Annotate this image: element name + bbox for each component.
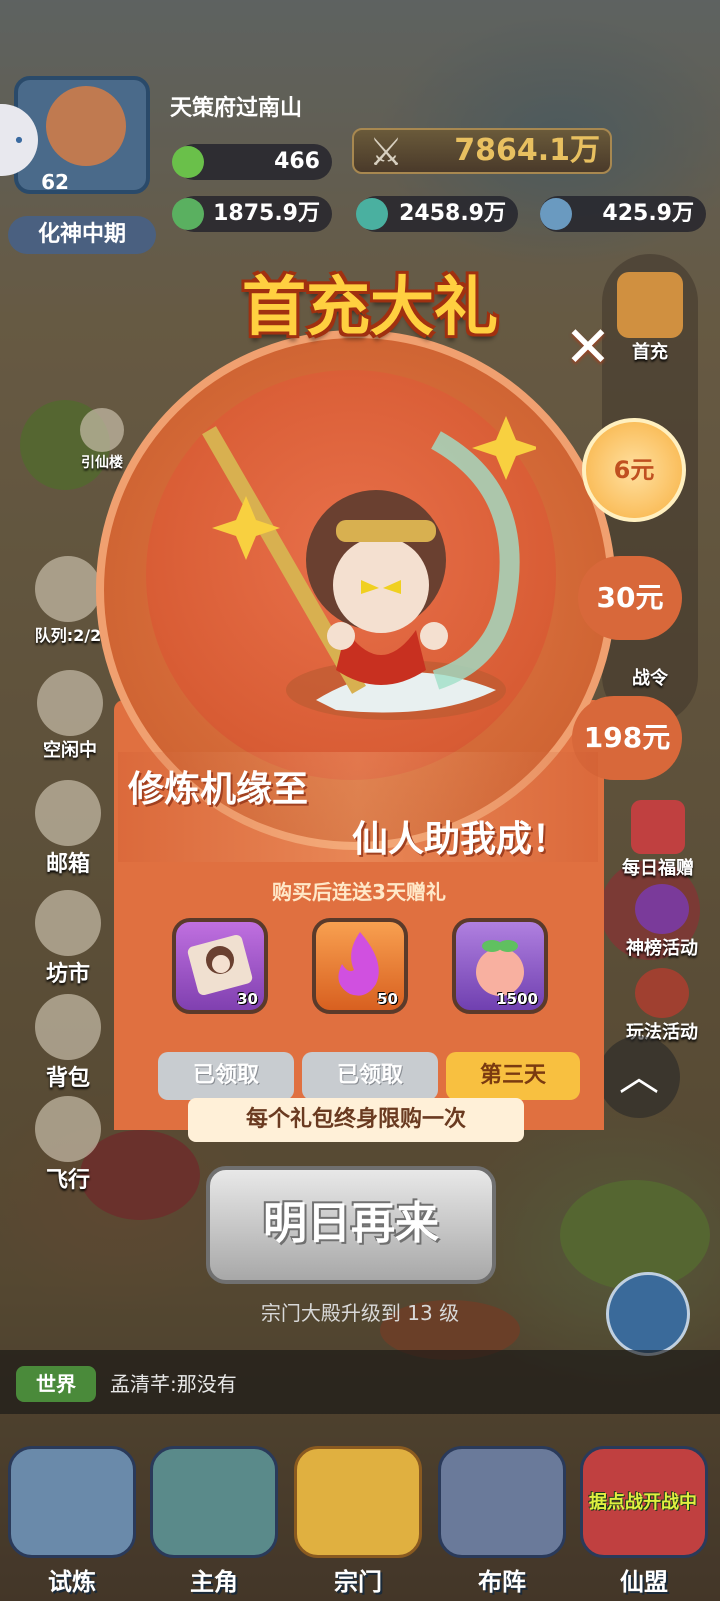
side-label: 背包 bbox=[45, 1066, 90, 1091]
price-tab-30[interactable]: 30元 bbox=[578, 556, 682, 640]
close-icon[interactable]: ✕ bbox=[560, 320, 616, 376]
nav-sect[interactable]: 宗门 bbox=[290, 1436, 426, 1596]
side-label: 队列:2/2 bbox=[34, 626, 102, 645]
price-label: 6元 bbox=[613, 456, 655, 484]
crystal-icon bbox=[540, 198, 572, 230]
lure-tower-icon bbox=[80, 408, 124, 452]
cloud-icon bbox=[35, 1096, 101, 1162]
side-fly[interactable]: 飞行 bbox=[26, 1096, 110, 1194]
side-market[interactable]: 坊市 bbox=[26, 890, 110, 988]
temple-icon bbox=[8, 1446, 136, 1558]
hammer-icon bbox=[35, 556, 101, 622]
nav-formation[interactable]: 布阵 bbox=[434, 1436, 570, 1596]
reward-item-spirit-flame[interactable]: 50 bbox=[312, 918, 408, 1014]
market-icon bbox=[35, 890, 101, 956]
drum-icon bbox=[635, 968, 689, 1018]
nav-label: 宗门 bbox=[334, 1568, 382, 1596]
meditating-hero-icon bbox=[150, 1446, 278, 1558]
nav-trial[interactable]: 试炼 bbox=[4, 1436, 140, 1596]
side-label: 神榜活动 bbox=[626, 938, 698, 959]
resource-value: 2458.9万 bbox=[399, 201, 506, 226]
chat-channel-tag[interactable]: 世界 bbox=[16, 1366, 96, 1402]
side-lure-tower[interactable]: 引仙楼 bbox=[66, 408, 138, 472]
reward-item-monkey-card[interactable]: 30 bbox=[172, 918, 268, 1014]
stronghold-war-badge: 据点战开战中 bbox=[589, 1492, 697, 1513]
yin-yang-icon bbox=[438, 1446, 566, 1558]
side-label: 空闲中 bbox=[43, 740, 97, 761]
mail-icon bbox=[35, 780, 101, 846]
item-qty: 50 bbox=[377, 990, 398, 1008]
avatar bbox=[46, 86, 126, 166]
ranking-icon bbox=[635, 884, 689, 934]
resource-value: 466 bbox=[274, 149, 320, 174]
purchase-limit-notice: 每个礼包终身限购一次 bbox=[188, 1098, 524, 1142]
nav-hero[interactable]: 主角 bbox=[146, 1436, 282, 1596]
day-3-button[interactable]: 第三天 bbox=[446, 1052, 580, 1100]
side-label: 首充 bbox=[632, 342, 668, 363]
chat-bar[interactable] bbox=[0, 1350, 720, 1414]
price-label: 30元 bbox=[596, 581, 664, 614]
nav-label: 主角 bbox=[190, 1568, 238, 1596]
side-gameplay-event[interactable]: 玩法活动 bbox=[604, 968, 720, 1044]
side-battle-pass[interactable]: 战令 bbox=[608, 664, 692, 690]
side-label: 每日福赠 bbox=[622, 858, 694, 879]
side-daily-gift[interactable]: 每日福赠 bbox=[600, 800, 716, 880]
price-label: 198元 bbox=[583, 721, 671, 754]
plus-gem-icon bbox=[172, 146, 204, 178]
gift-box-icon bbox=[631, 800, 685, 854]
claimed-day-2-button[interactable]: 已领取 bbox=[302, 1052, 438, 1100]
player-name: 天策府过南山 bbox=[170, 96, 303, 121]
cart-icon bbox=[37, 670, 103, 736]
upgrade-tip: 宗门大殿升级到 13 级 bbox=[260, 1301, 460, 1325]
nav-label: 试炼 bbox=[48, 1568, 96, 1596]
resource-value: 425.9万 bbox=[602, 201, 694, 226]
chevron-up-icon[interactable]: ︿ bbox=[598, 1036, 680, 1118]
side-label: 战令 bbox=[632, 668, 668, 689]
price-tab-6[interactable]: 6元 bbox=[582, 418, 686, 522]
treasure-chest-icon bbox=[617, 272, 683, 338]
resource-value: 1875.9万 bbox=[213, 201, 320, 226]
slogan-line-2: 仙人助我成！ bbox=[351, 819, 568, 860]
cultivation-rank: 化神中期 bbox=[8, 216, 156, 254]
item-qty: 30 bbox=[237, 990, 258, 1008]
side-mail[interactable]: 邮箱 bbox=[26, 780, 110, 878]
jade-icon bbox=[356, 198, 388, 230]
side-first-recharge[interactable]: 首充 bbox=[608, 272, 692, 364]
player-level: 62 bbox=[41, 170, 69, 194]
side-ranking-event[interactable]: 神榜活动 bbox=[604, 884, 720, 960]
monkey-king-character bbox=[202, 416, 536, 720]
popup-title: 首充大礼 bbox=[242, 271, 498, 345]
nav-label: 仙盟 bbox=[620, 1568, 668, 1596]
incense-burner-icon bbox=[294, 1446, 422, 1558]
side-label: 邮箱 bbox=[45, 852, 90, 877]
nav-label: 布阵 bbox=[478, 1568, 526, 1596]
spirit-stone-icon bbox=[172, 198, 204, 230]
claimed-day-1-button[interactable]: 已领取 bbox=[158, 1052, 294, 1100]
reward-item-peach[interactable]: 1500 bbox=[452, 918, 548, 1014]
crossed-swords-icon: ⚔ bbox=[368, 130, 404, 174]
item-qty: 1500 bbox=[496, 990, 538, 1008]
side-bag[interactable]: 背包 bbox=[26, 994, 110, 1092]
chat-message: 孟清芊:那没有 bbox=[110, 1372, 237, 1396]
gift-caption: 购买后连送3天赠礼 bbox=[272, 880, 446, 904]
side-idle[interactable]: 空闲中 bbox=[28, 670, 112, 762]
side-label: 飞行 bbox=[45, 1168, 90, 1193]
side-label: 坊市 bbox=[45, 962, 90, 987]
nav-alliance[interactable]: 仙盟 bbox=[576, 1436, 712, 1596]
bag-icon bbox=[35, 994, 101, 1060]
slogan-line-1: 修炼机缘至 bbox=[128, 769, 309, 810]
come-tomorrow-button[interactable]: 明日再来 bbox=[206, 1166, 496, 1284]
